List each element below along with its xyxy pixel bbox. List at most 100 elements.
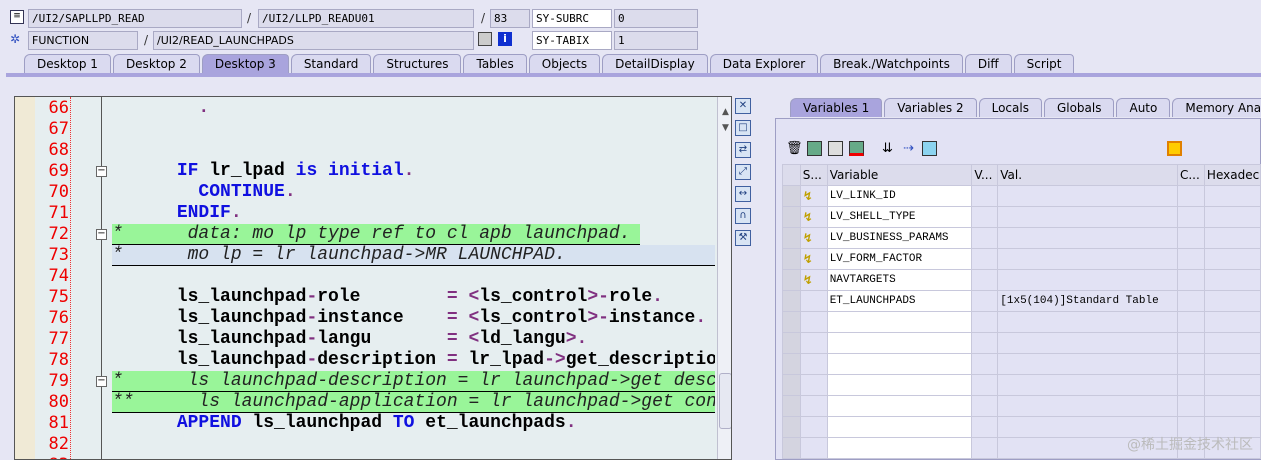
variable-cell[interactable] (826, 332, 973, 354)
code-line[interactable]: IF lr_lpad is initial. (112, 161, 715, 182)
variable-cell[interactable] (826, 437, 973, 459)
variable-cell[interactable]: LV_FORM_FACTOR (826, 248, 973, 270)
tab-diff[interactable]: Diff (964, 54, 1012, 73)
tab-structures[interactable]: Structures (373, 54, 462, 73)
row-selector[interactable] (782, 437, 801, 459)
column-header-s[interactable]: S... (799, 164, 828, 186)
tab-desktop-1[interactable]: Desktop 1 (24, 54, 111, 73)
row-selector[interactable] (782, 311, 801, 333)
variable-cell[interactable]: ET_LAUNCHPADS (826, 290, 973, 312)
new-window-icon[interactable]: □ (735, 120, 751, 136)
line-field[interactable]: 83 (490, 9, 530, 28)
variable-cell[interactable] (826, 374, 973, 396)
column-header-hexadecimal[interactable]: Hexadecimal (1203, 164, 1261, 186)
tab-globals[interactable]: Globals (1043, 98, 1115, 117)
program-field[interactable]: /UI2/SAPLLPD_READ (28, 9, 242, 28)
tab-memory-analysis[interactable]: Memory Analysis (1172, 98, 1261, 117)
value-cell[interactable] (997, 311, 1178, 333)
row-selector-header[interactable] (782, 164, 801, 186)
tab-data-explorer[interactable]: Data Explorer (709, 54, 819, 73)
column-header-value[interactable]: Val. (997, 164, 1178, 186)
code-line[interactable]: . (112, 98, 715, 119)
tab-desktop-3[interactable]: Desktop 3 (201, 54, 289, 73)
value-cell[interactable] (997, 185, 1178, 207)
variable-cell[interactable] (826, 416, 973, 438)
variable-cell[interactable]: LV_SHELL_TYPE (826, 206, 973, 228)
table-row[interactable] (782, 374, 1261, 396)
table-row[interactable]: ↯ LV_SHELL_TYPE (782, 206, 1261, 228)
editor-vertical-scrollbar[interactable]: ▲ ▼ (717, 97, 731, 459)
table-row[interactable] (782, 353, 1261, 375)
row-selector[interactable] (782, 374, 801, 396)
code-line[interactable]: ls_launchpad-description = lr_lpad->get_… (112, 350, 715, 371)
code-line[interactable]: APPEND ls_launchpad TO et_launchpads. (112, 413, 715, 434)
tab-variables-1[interactable]: Variables 1 (790, 98, 883, 117)
table-row[interactable]: ↯ LV_BUSINESS_PARAMS (782, 227, 1261, 249)
row-selector[interactable] (782, 395, 801, 417)
tab-tables[interactable]: Tables (463, 54, 527, 73)
scroll-thumb[interactable] (719, 373, 731, 429)
tool-icon[interactable]: ⚒ (735, 230, 751, 246)
tab-standard[interactable]: Standard (290, 54, 372, 73)
import-icon[interactable] (807, 141, 822, 156)
value-cell[interactable] (997, 395, 1178, 417)
value-cell[interactable] (997, 248, 1178, 270)
code-line[interactable] (112, 140, 715, 161)
row-selector[interactable] (782, 248, 801, 270)
event-type-field[interactable]: FUNCTION (28, 31, 138, 50)
code-line[interactable]: * mo lp = lr launchpad->MR LAUNCHPAD. (112, 245, 715, 266)
info-icon[interactable]: i (498, 32, 512, 46)
code-line[interactable]: CONTINUE. (112, 182, 715, 203)
value-cell[interactable] (997, 206, 1178, 228)
structure-icon[interactable]: ⇊ (880, 141, 895, 156)
code-line[interactable]: * ls launchpad-description = lr launchpa… (112, 371, 715, 392)
tab-desktop-2[interactable]: Desktop 2 (112, 54, 200, 73)
table-row[interactable] (782, 395, 1261, 417)
row-selector[interactable] (782, 227, 801, 249)
export-icon[interactable] (828, 141, 843, 156)
value-cell[interactable]: [1x5(104)]Standard Table (997, 290, 1178, 312)
code-line[interactable]: * data: mo lp type ref to cl apb launchp… (112, 224, 640, 245)
code-line[interactable] (112, 266, 715, 287)
code-line[interactable]: ls_launchpad-role = <ls_control>-role. (112, 287, 715, 308)
table-row[interactable]: ↯ LV_FORM_FACTOR (782, 248, 1261, 270)
include-field[interactable]: /UI2/LLPD_READU01 (258, 9, 474, 28)
filter-icon[interactable] (922, 141, 937, 156)
close-icon[interactable]: ✕ (735, 98, 751, 114)
scroll-down-icon[interactable]: ▼ (718, 123, 731, 133)
save-icon[interactable] (1167, 141, 1182, 156)
row-selector[interactable] (782, 416, 801, 438)
remove-all-icon[interactable] (849, 141, 864, 156)
value-cell[interactable] (997, 353, 1178, 375)
row-selector[interactable] (782, 206, 801, 228)
tab-detaildisplay[interactable]: DetailDisplay (602, 54, 708, 73)
row-selector[interactable] (782, 185, 801, 207)
row-selector[interactable] (782, 332, 801, 354)
event-name-field[interactable]: /UI2/READ_LAUNCHPADS (153, 31, 474, 50)
variable-cell[interactable] (826, 353, 973, 375)
row-selector[interactable] (782, 290, 801, 312)
source-code-editor[interactable]: 66 . 67 68 69 − IF lr_lpad is initial. 70 CON… (14, 96, 732, 460)
code-line[interactable] (112, 119, 715, 140)
scroll-up-icon[interactable]: ▲ (718, 107, 731, 117)
delete-icon[interactable]: 🗑 (786, 141, 803, 156)
width-icon[interactable]: ↔ (735, 186, 751, 202)
fold-toggle-icon[interactable]: − (96, 166, 107, 177)
code-line[interactable] (112, 455, 715, 459)
navigate-icon[interactable]: ⇢ (901, 141, 916, 156)
variable-cell[interactable]: NAVTARGETS (826, 269, 973, 291)
fullscreen-icon[interactable]: ⤢ (735, 164, 751, 180)
code-line[interactable]: ls_launchpad-instance = <ls_control>-ins… (112, 308, 715, 329)
fold-toggle-icon[interactable]: − (96, 376, 107, 387)
value-cell[interactable] (997, 269, 1178, 291)
row-selector[interactable] (782, 353, 801, 375)
column-header-v[interactable]: V... (971, 164, 999, 186)
variable-cell[interactable]: LV_LINK_ID (826, 185, 973, 207)
variable-cell[interactable] (826, 311, 973, 333)
table-row[interactable]: ↯ NAVTARGETS (782, 269, 1261, 291)
table-row[interactable]: ↯ LV_LINK_ID (782, 185, 1261, 207)
value-cell[interactable] (997, 227, 1178, 249)
fold-toggle-icon[interactable]: − (96, 229, 107, 240)
column-header-c[interactable]: C... (1176, 164, 1205, 186)
tab-script[interactable]: Script (1013, 54, 1075, 73)
